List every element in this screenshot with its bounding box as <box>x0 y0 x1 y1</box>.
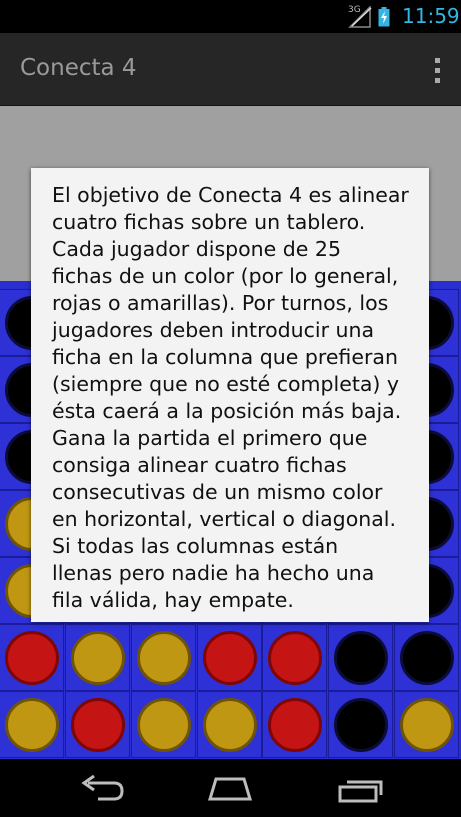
navigation-bar <box>0 759 461 817</box>
board-cell[interactable] <box>196 691 262 758</box>
yellow-disc <box>136 698 191 752</box>
recent-apps-icon[interactable] <box>335 773 385 805</box>
yellow-disc <box>5 698 59 752</box>
board-cell[interactable] <box>130 691 196 758</box>
board-cell[interactable] <box>0 691 64 758</box>
status-clock: 11:59 <box>402 4 460 28</box>
overflow-menu-icon[interactable] <box>424 51 452 91</box>
app-title: Conecta 4 <box>20 55 137 81</box>
board-cell[interactable] <box>130 624 196 691</box>
red-disc <box>70 698 125 752</box>
red-disc <box>268 631 323 685</box>
back-icon[interactable] <box>76 773 126 805</box>
signal-icon: 3G <box>346 5 372 28</box>
instructions-dialog[interactable]: El objetivo de Conecta 4 es alinear cuat… <box>31 168 429 622</box>
action-bar: Conecta 4 <box>0 33 461 106</box>
yellow-disc <box>400 698 455 752</box>
board-cell[interactable] <box>328 691 394 758</box>
instructions-text: El objetivo de Conecta 4 es alinear cuat… <box>52 183 409 612</box>
red-disc <box>202 631 257 685</box>
empty-slot <box>334 631 389 685</box>
board-cell[interactable] <box>262 691 328 758</box>
yellow-disc <box>136 631 191 685</box>
yellow-disc <box>70 631 125 685</box>
board-cell[interactable] <box>0 624 64 691</box>
board-cell[interactable] <box>196 624 262 691</box>
board-cell[interactable] <box>262 624 328 691</box>
network-type-label: 3G <box>348 5 361 15</box>
red-disc <box>268 698 323 752</box>
board-cell[interactable] <box>328 624 394 691</box>
empty-slot <box>334 698 389 752</box>
home-icon[interactable] <box>205 773 255 805</box>
battery-charging-icon <box>378 7 390 27</box>
empty-slot <box>400 631 455 685</box>
red-disc <box>5 631 59 685</box>
status-bar: 3G 11:59 <box>0 0 461 33</box>
board-cell[interactable] <box>64 624 130 691</box>
board-cell[interactable] <box>394 624 460 691</box>
board-cell[interactable] <box>394 691 460 758</box>
yellow-disc <box>202 698 257 752</box>
board-cell[interactable] <box>64 691 130 758</box>
